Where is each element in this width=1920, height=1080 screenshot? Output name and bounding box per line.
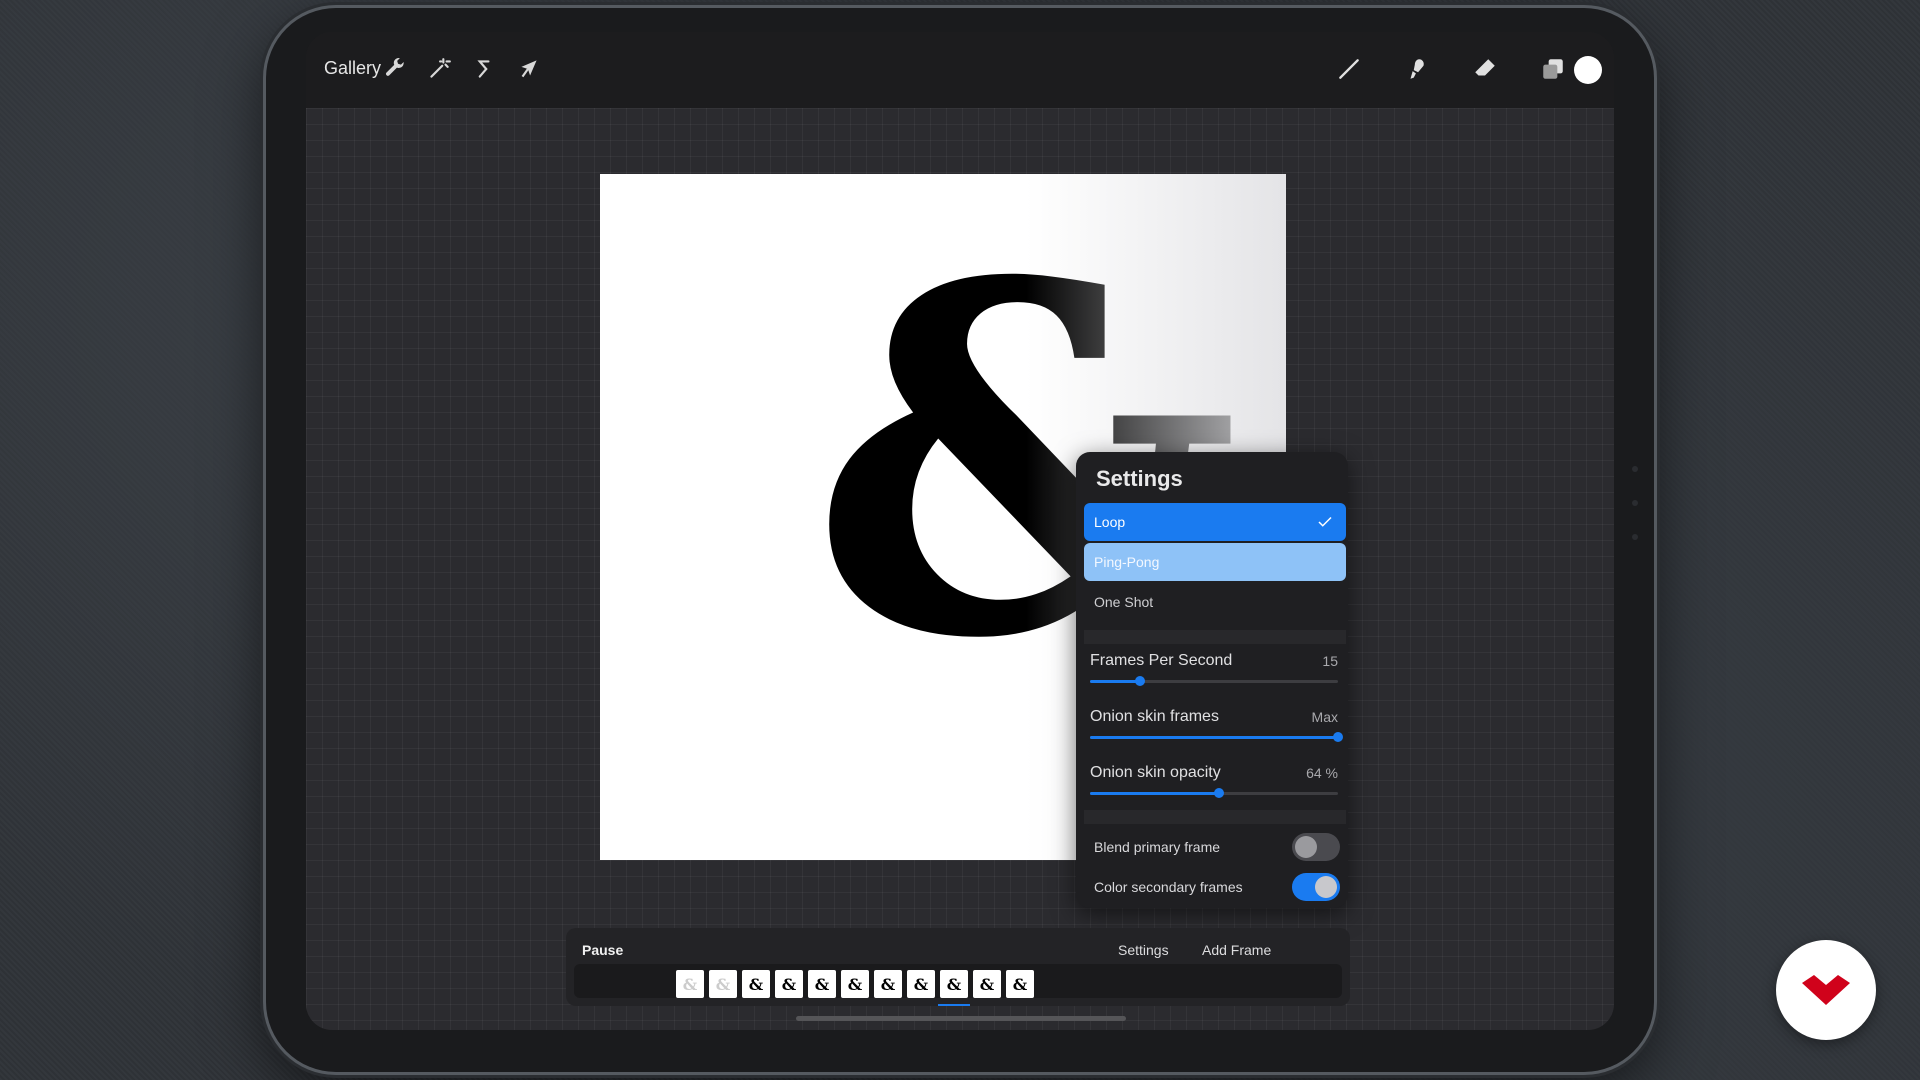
divider xyxy=(1084,630,1346,644)
timeline-frame[interactable]: & xyxy=(907,970,935,998)
onion-frames-slider[interactable] xyxy=(1090,732,1343,742)
onion-frames-slider-knob[interactable] xyxy=(1333,732,1343,742)
frame-list: & & & & & & & & & & & xyxy=(676,970,1034,1006)
home-indicator xyxy=(796,1016,1126,1021)
frame-strip: & & & & & & & & & & & xyxy=(574,964,1342,1006)
smudge-icon[interactable] xyxy=(1400,52,1434,86)
one-shot-option[interactable]: One Shot xyxy=(1084,583,1346,621)
toggle-knob xyxy=(1315,876,1337,898)
onion-frames-label: Onion skin frames xyxy=(1090,708,1219,725)
procreate-screen: Gallery & Settings xyxy=(306,32,1614,1030)
onion-frames-value: Max xyxy=(1311,709,1338,725)
selection-icon[interactable] xyxy=(466,52,500,86)
onion-opacity-slider-fill xyxy=(1090,792,1219,795)
fps-slider-fill xyxy=(1090,680,1140,683)
ping-pong-label: Ping-Pong xyxy=(1094,554,1160,570)
blend-primary-label: Blend primary frame xyxy=(1094,839,1221,855)
color-secondary-label: Color secondary frames xyxy=(1094,879,1243,895)
timeline-frame[interactable]: & xyxy=(742,970,770,998)
color-secondary-toggle[interactable] xyxy=(1292,873,1340,901)
timeline-settings-button[interactable]: Settings xyxy=(1118,942,1169,958)
timeline-frame[interactable]: & xyxy=(1006,970,1034,998)
settings-title: Settings xyxy=(1096,466,1183,491)
timeline-frame[interactable]: & xyxy=(775,970,803,998)
logo-mark-icon xyxy=(1802,975,1850,1005)
side-sensors xyxy=(1632,466,1638,568)
animation-settings-panel: Settings Loop Ping-Pong One Shot Frames … xyxy=(1076,452,1348,908)
animation-timeline: Pause Settings Add Frame & & & & & & & & & & & xyxy=(566,928,1350,1006)
color-picker-swatch[interactable] xyxy=(1574,56,1602,84)
loop-label: Loop xyxy=(1094,514,1126,530)
loop-option[interactable]: Loop xyxy=(1084,503,1346,541)
timeline-frame[interactable]: & xyxy=(676,970,704,998)
divider xyxy=(1084,810,1346,824)
timeline-frame[interactable]: & xyxy=(938,970,970,1006)
magic-wand-icon[interactable] xyxy=(422,52,456,86)
timeline-frame[interactable]: & xyxy=(841,970,869,998)
pause-button[interactable]: Pause xyxy=(582,942,623,958)
ping-pong-option[interactable]: Ping-Pong xyxy=(1084,543,1346,581)
onion-opacity-slider[interactable] xyxy=(1090,788,1338,798)
brush-icon[interactable] xyxy=(1332,52,1366,86)
fps-slider[interactable] xyxy=(1090,676,1338,686)
blend-primary-toggle[interactable] xyxy=(1292,833,1340,861)
wrench-icon[interactable] xyxy=(378,52,412,86)
layers-icon[interactable] xyxy=(1536,52,1570,86)
add-frame-button[interactable]: Add Frame xyxy=(1202,942,1271,958)
color-secondary-row: Color secondary frames xyxy=(1084,868,1346,906)
fps-value: 15 xyxy=(1322,653,1338,669)
gallery-button[interactable]: Gallery xyxy=(324,58,381,79)
toggle-knob xyxy=(1295,836,1317,858)
blend-primary-row: Blend primary frame xyxy=(1084,828,1346,866)
checkmark-icon xyxy=(1318,516,1332,527)
top-toolbar: Gallery xyxy=(306,32,1614,108)
fps-slider-knob[interactable] xyxy=(1134,676,1145,686)
transform-arrow-icon[interactable] xyxy=(512,52,546,86)
one-shot-label: One Shot xyxy=(1094,594,1154,610)
timeline-frame[interactable]: & xyxy=(808,970,836,998)
timeline-frame[interactable]: & xyxy=(874,970,902,998)
brand-logo xyxy=(1776,940,1876,1040)
onion-opacity-value: 64 % xyxy=(1306,765,1338,781)
fps-label: Frames Per Second xyxy=(1090,652,1233,669)
onion-opacity-label: Onion skin opacity xyxy=(1090,764,1221,781)
timeline-frame[interactable]: & xyxy=(973,970,1001,998)
timeline-frame[interactable]: & xyxy=(709,970,737,998)
eraser-icon[interactable] xyxy=(1468,52,1502,86)
onion-opacity-slider-knob[interactable] xyxy=(1213,788,1224,798)
onion-frames-slider-fill xyxy=(1090,736,1338,739)
